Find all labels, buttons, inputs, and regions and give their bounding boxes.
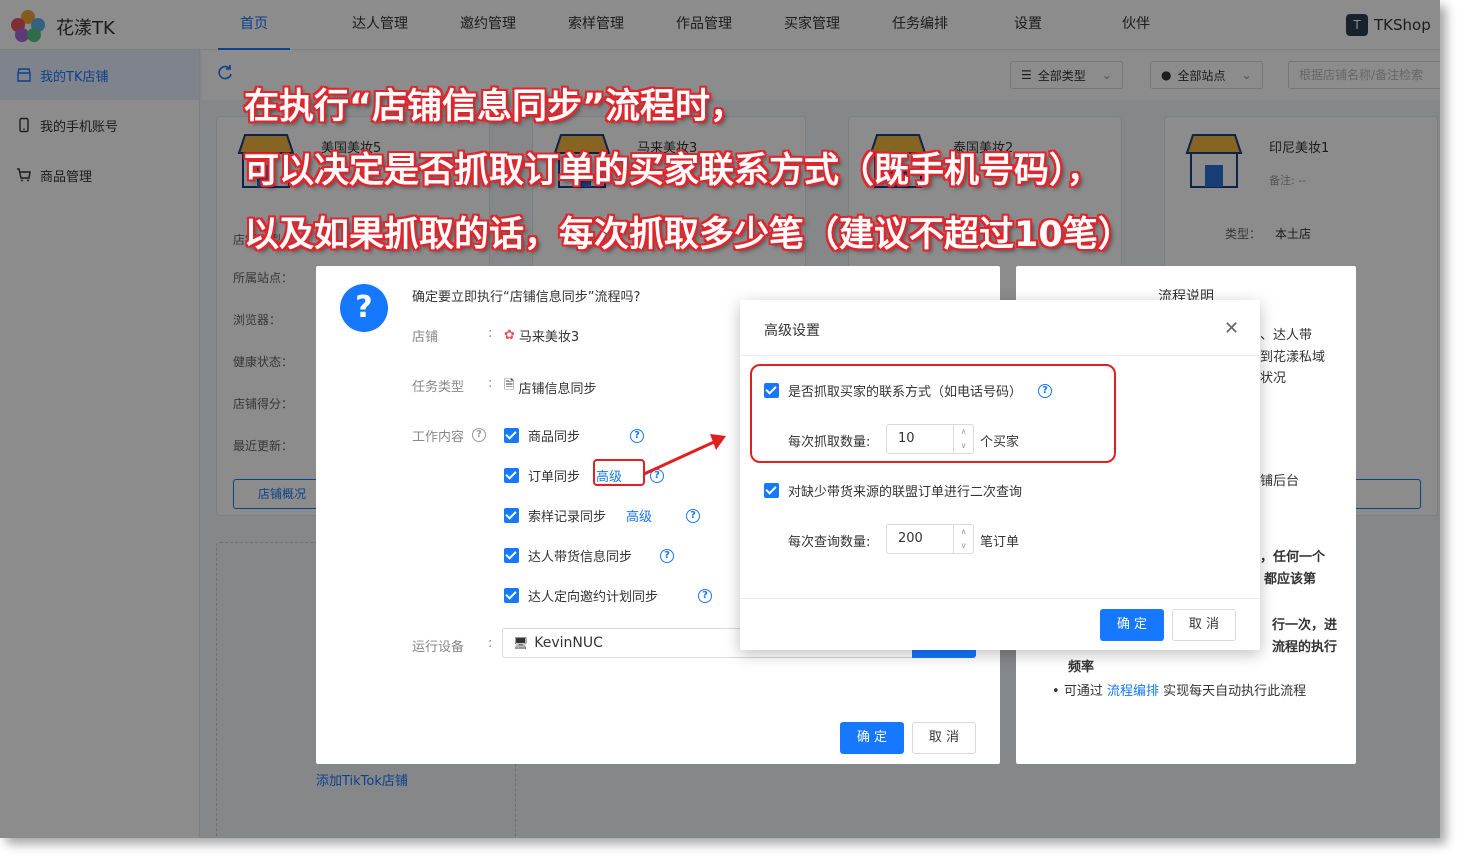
confirm-title: 确定要立即执行“店铺信息同步”流程吗? [412,290,641,305]
annotation-line: 以及如果抓取的话，每次抓取多少笔（建议不超过10笔） [244,215,1133,255]
checkbox-checked-icon[interactable] [504,508,519,523]
flow-text: ，任何一个 [1260,550,1326,565]
option-label: 商品同步 [528,430,581,445]
query-quantity-input[interactable]: 200 ∧ ∨ [886,524,974,554]
dialog-title: 高级设置 [764,323,820,339]
option-label: 对缺少带货来源的联盟订单进行二次查询 [788,485,1023,500]
arrow-icon [643,434,726,476]
option-sample-sync[interactable]: 索样记录同步 高级 ? [504,506,701,525]
option-product-sync[interactable]: 商品同步 ? [504,426,645,445]
colon: : [488,376,493,391]
flow-text: 到花漾私域 [1260,350,1326,365]
advanced-link[interactable]: 高级 [626,506,652,525]
flow-text: 、达人带 [1260,328,1313,343]
colon: : [488,636,493,651]
bullet-dot: • [1052,684,1064,699]
advanced-cancel-button[interactable]: 取 消 [1172,609,1236,641]
shop-field-label: 店铺 [412,330,439,345]
flow-text: 铺后台 [1260,474,1300,489]
help-icon[interactable]: ? [686,508,701,523]
flow-bullet: • 可通过 流程编排 实现每天自动执行此流程 [1052,680,1306,699]
checkbox-checked-icon[interactable] [504,548,519,563]
checkbox-checked-icon[interactable] [504,468,519,483]
flower-icon: ✿ [504,328,515,343]
divider [740,355,1260,356]
option-creator-sales-sync[interactable]: 达人带货信息同步 ? [504,546,675,565]
bullet-prefix: 可通过 [1063,684,1107,699]
flow-text: 状况 [1260,371,1287,386]
stepper-arrows[interactable]: ∧ ∨ [953,525,973,553]
bullet-suffix: 实现每天自动执行此流程 [1158,684,1307,699]
checkbox-checked-icon[interactable] [764,483,779,498]
highlight-box [750,364,1116,463]
task-type-text: 店铺信息同步 [518,381,597,397]
option-label: 达人带货信息同步 [528,550,633,565]
device-label: 运行设备 [412,640,465,655]
option-label: 订单同步 [528,470,581,485]
advanced-ok-button[interactable]: 确 定 [1100,609,1164,641]
checkbox-checked-icon[interactable] [504,428,519,443]
flow-link[interactable]: 流程的执行 [1272,636,1337,655]
highlight-box [593,459,645,486]
close-icon[interactable]: ✕ [1224,318,1239,339]
colon: : [488,326,493,341]
confirm-cancel-button[interactable]: 取 消 [912,722,976,754]
document-icon: 🗎 [504,378,515,393]
app-window: 花漾TK 首页 达人管理 邀约管理 索样管理 作品管理 买家管理 任务编排 设置… [0,0,1440,838]
confirm-ok-button[interactable]: 确 定 [840,722,904,754]
query-quantity-unit: 笔订单 [980,535,1020,550]
task-type-label: 任务类型 [412,380,465,395]
help-icon[interactable]: ? [660,548,675,563]
option-invitation-plan-sync[interactable]: 达人定向邀约计划同步 ? [504,586,713,605]
flow-text: 行一次，进 [1272,618,1338,633]
checkbox-checked-icon[interactable] [504,588,519,603]
question-icon: ? [340,284,388,332]
divider [740,598,1260,599]
device-value: KevinNUC [534,635,603,651]
shop-field-value: ✿ 马来美妆3 [504,326,579,345]
query-quantity-value: 200 [898,531,923,546]
work-content-label: 工作内容 [412,430,465,445]
flow-text: 都应该第 [1264,572,1317,587]
annotation-line: 在执行“店铺信息同步”流程时， [244,87,746,127]
option-requery-orders[interactable]: 对缺少带货来源的联盟订单进行二次查询 [764,481,1022,500]
help-icon: ? [472,426,486,442]
task-orchestration-link[interactable]: 流程编排 [1107,684,1159,699]
option-label: 达人定向邀约计划同步 [528,590,659,605]
computer-icon: 🖥 [513,636,529,650]
option-label: 索样记录同步 [528,510,607,525]
advanced-settings-dialog: 高级设置 ✕ 是否抓取买家的联系方式（如电话号码） ? 每次抓取数量: 10 ∧… [740,300,1260,650]
shop-field-text: 马来美妆3 [518,330,580,345]
flow-link[interactable]: 频率 [1068,656,1094,675]
query-quantity-label: 每次查询数量: [788,535,871,550]
help-icon[interactable]: ? [698,588,713,603]
task-type-value: 🗎 店铺信息同步 [504,376,596,398]
annotation-line: 可以决定是否抓取订单的买家联系方式（既手机号码）， [244,151,1102,191]
